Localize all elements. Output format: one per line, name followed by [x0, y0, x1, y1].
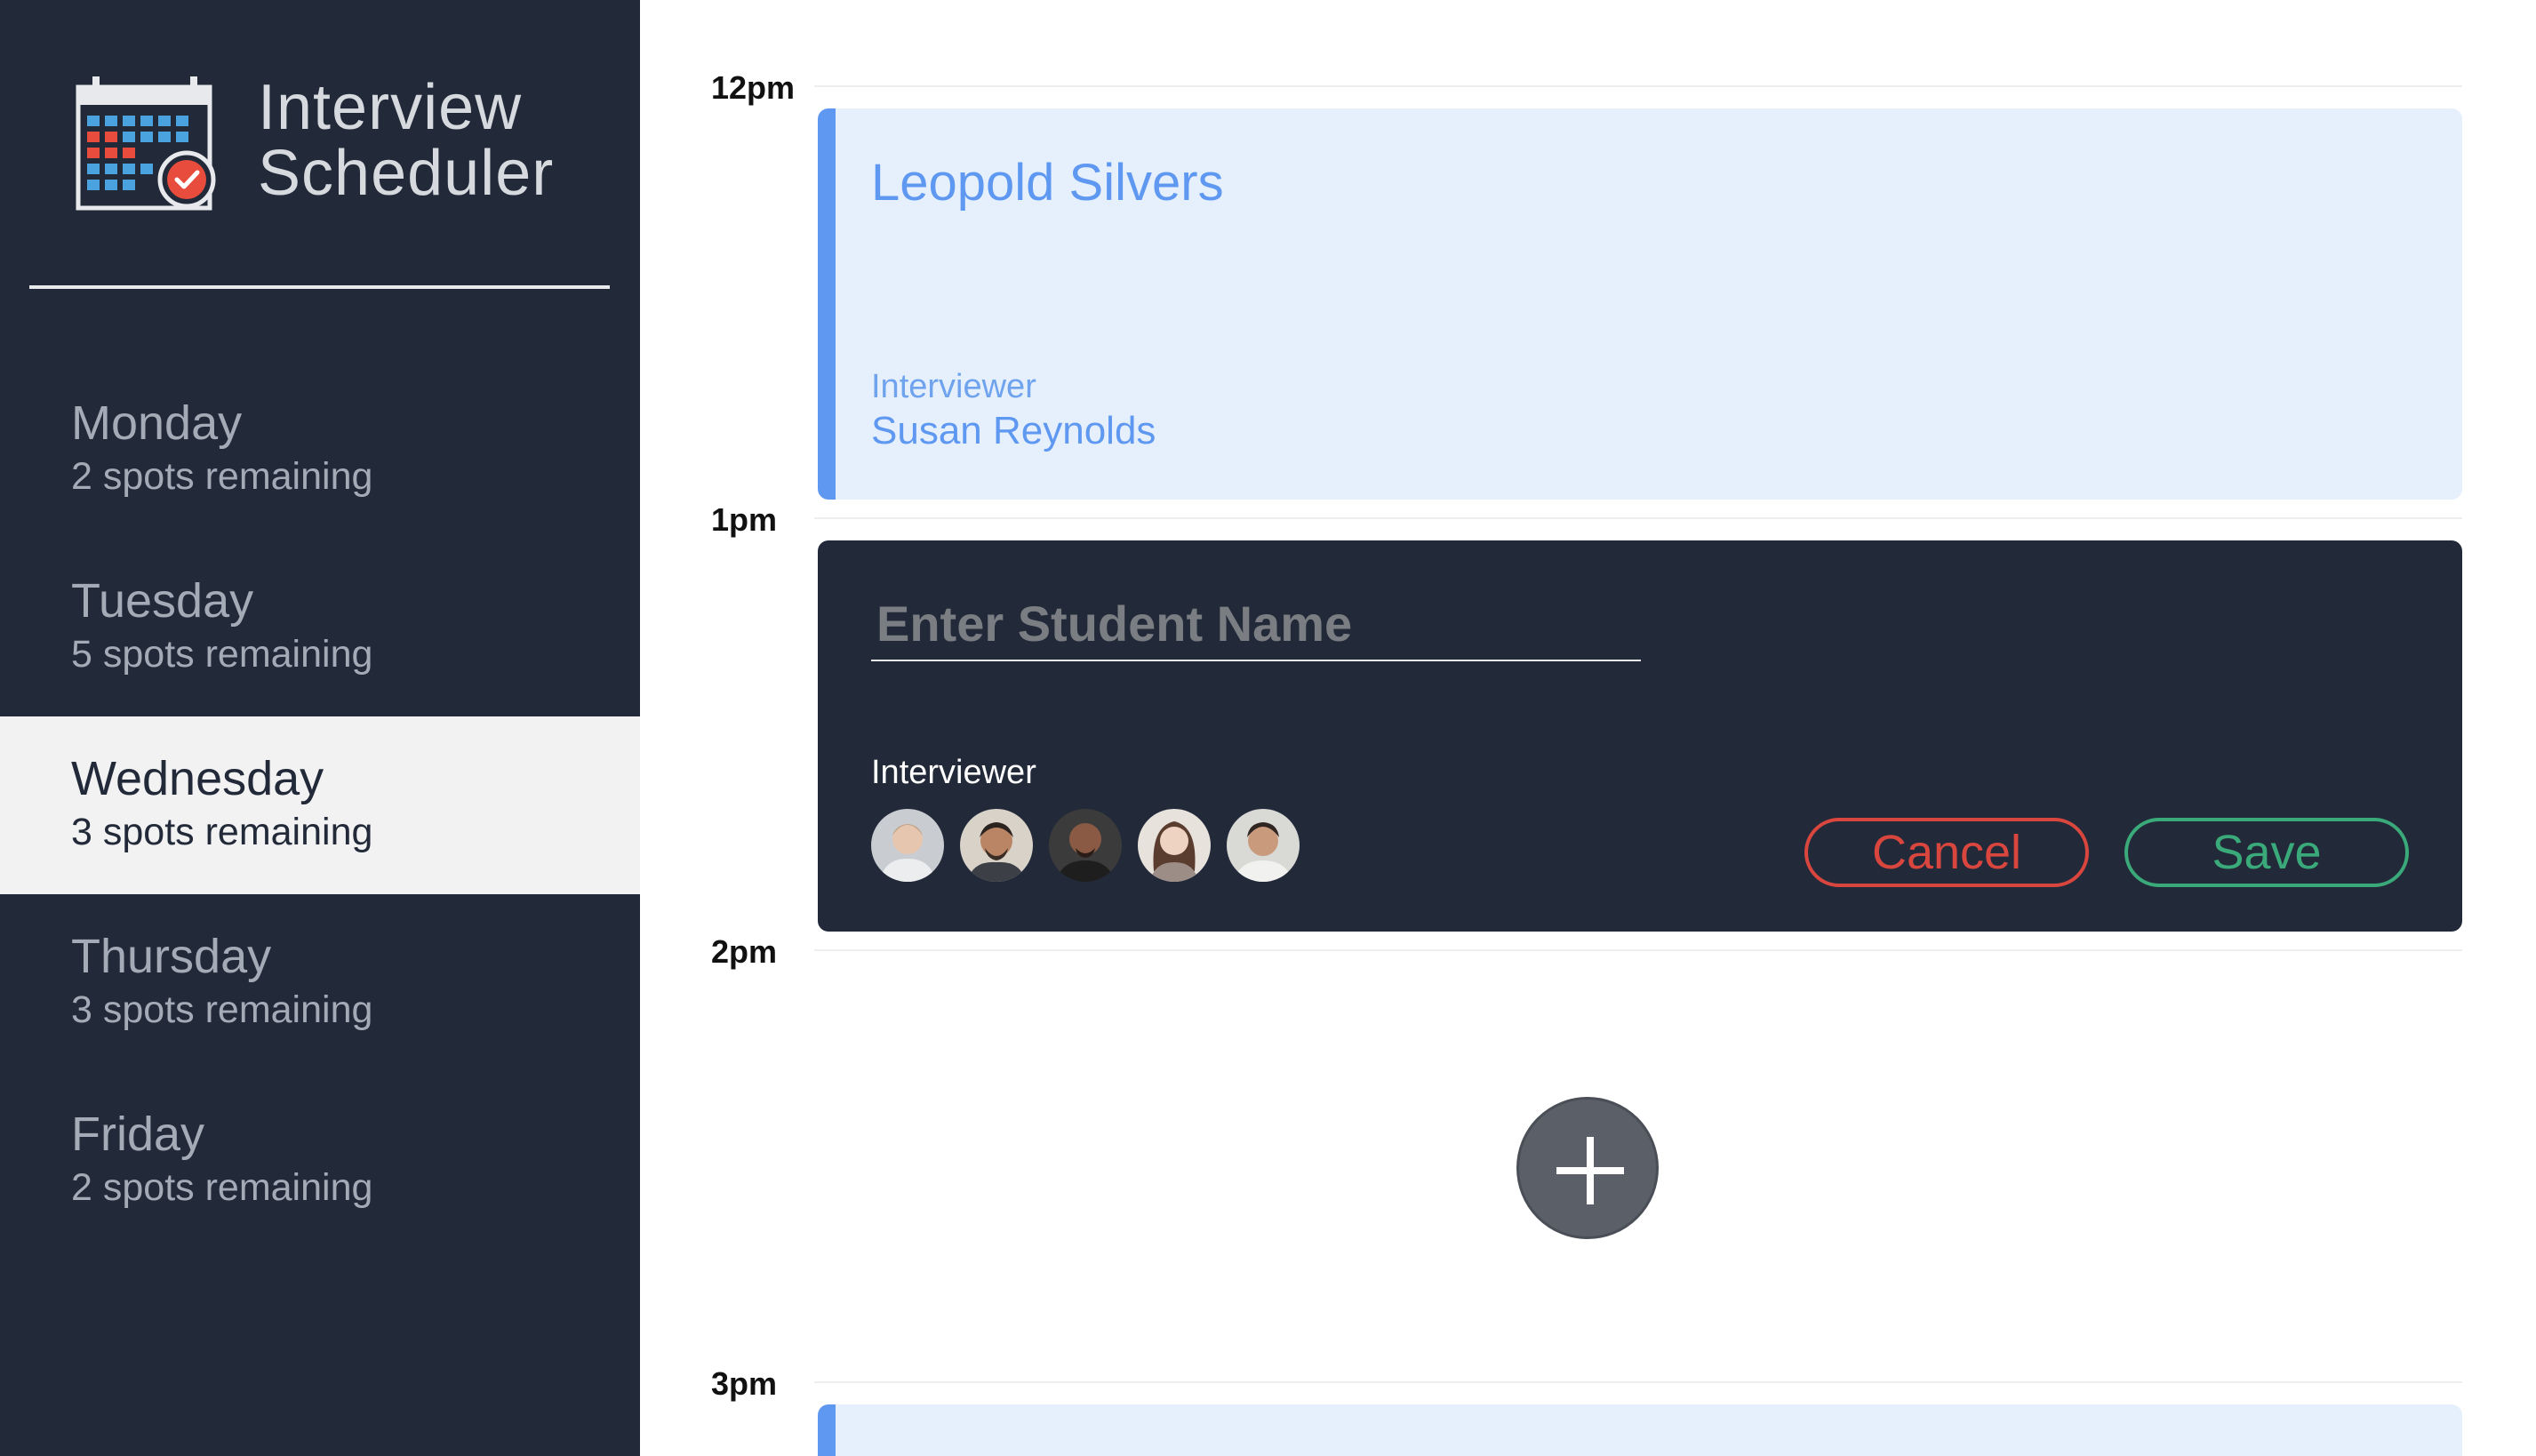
sidebar: Interview Scheduler Monday 2 spots remai…: [0, 0, 640, 1456]
student-name-input[interactable]: [871, 587, 1641, 661]
day-spots: 2 spots remaining: [71, 1166, 373, 1209]
time-label-2pm: 2pm: [711, 933, 778, 970]
day-name: Thursday: [71, 930, 272, 983]
hour-separator: [814, 85, 2462, 87]
schedule: 12pm Leopold Silvers Interviewer Susan R…: [640, 0, 2536, 1456]
day-list: Monday 2 spots remaining Tuesday 5 spots…: [0, 361, 640, 1250]
hour-separator: [814, 949, 2462, 951]
interviewer-label: Interviewer: [871, 754, 1036, 791]
time-label-12pm: 12pm: [711, 69, 796, 106]
cancel-button[interactable]: Cancel: [1804, 818, 2089, 887]
interviewer-name: Susan Reynolds: [871, 409, 1156, 452]
interviewer-avatar[interactable]: [1049, 809, 1122, 882]
day-item-tuesday[interactable]: Tuesday 5 spots remaining: [0, 539, 640, 716]
day-item-thursday[interactable]: Thursday 3 spots remaining: [0, 894, 640, 1072]
interviewer-avatar[interactable]: [871, 809, 944, 882]
student-name: Leopold Silvers: [871, 154, 1224, 212]
plus-icon: [1556, 1137, 1624, 1204]
interviewer-avatar[interactable]: [1138, 809, 1211, 882]
sidebar-divider: [29, 285, 610, 289]
day-item-monday[interactable]: Monday 2 spots remaining: [0, 361, 640, 539]
day-spots: 3 spots remaining: [71, 811, 373, 853]
day-spots: 3 spots remaining: [71, 988, 373, 1031]
day-item-friday[interactable]: Friday 2 spots remaining: [0, 1072, 640, 1250]
day-name: Friday: [71, 1108, 205, 1161]
save-button[interactable]: Save: [2124, 818, 2409, 887]
calendar-check-icon: [75, 75, 220, 213]
booked-appointment[interactable]: [818, 1404, 2462, 1456]
time-label-3pm: 3pm: [711, 1365, 778, 1402]
appointment-form: Interviewer: [818, 540, 2462, 932]
app-title-line-2: Scheduler: [258, 138, 555, 209]
day-name: Monday: [71, 396, 243, 450]
booked-appointment[interactable]: Leopold Silvers Interviewer Susan Reynol…: [818, 108, 2462, 500]
hour-separator: [814, 1381, 2462, 1383]
interviewer-label: Interviewer: [871, 368, 1036, 405]
app-root: Interview Scheduler Monday 2 spots remai…: [0, 0, 2536, 1456]
day-item-wednesday[interactable]: Wednesday 3 spots remaining: [0, 716, 640, 894]
day-spots: 2 spots remaining: [71, 455, 373, 498]
time-label-1pm: 1pm: [711, 501, 778, 538]
day-name: Tuesday: [71, 574, 254, 628]
app-title: Interview Scheduler: [258, 75, 554, 206]
day-name: Wednesday: [71, 752, 324, 805]
interviewer-avatar[interactable]: [1227, 809, 1300, 882]
add-appointment-button[interactable]: [1516, 1097, 1659, 1239]
app-title-line-1: Interview: [258, 72, 523, 143]
hour-separator: [814, 517, 2462, 519]
interviewer-avatar[interactable]: [960, 809, 1033, 882]
day-spots: 5 spots remaining: [71, 633, 373, 676]
